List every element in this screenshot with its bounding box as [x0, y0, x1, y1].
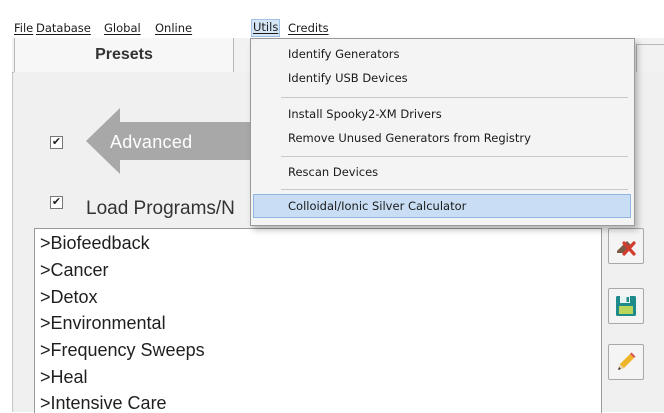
menu-separator — [281, 156, 628, 157]
tab-presets[interactable]: Presets — [14, 38, 234, 72]
list-item[interactable]: >Environmental — [40, 313, 166, 334]
load-programs-checkbox[interactable]: ✔ — [50, 196, 63, 209]
menu-credits[interactable]: Credits — [288, 21, 329, 35]
menu-online[interactable]: Online — [155, 21, 192, 35]
pencil-icon — [618, 352, 636, 370]
delete-button[interactable] — [608, 228, 644, 264]
menu-item-rescan-devices[interactable]: Rescan Devices — [288, 165, 378, 179]
menu-file[interactable]: File — [14, 21, 33, 35]
list-item[interactable]: >Biofeedback — [40, 233, 150, 254]
menu-item-identify-generators[interactable]: Identify Generators — [288, 47, 399, 61]
save-icon — [616, 296, 636, 316]
menu-item-install-drivers[interactable]: Install Spooky2-XM Drivers — [288, 107, 442, 121]
advanced-checkbox[interactable]: ✔ — [50, 136, 63, 149]
tab-presets-label: Presets — [95, 46, 153, 63]
menu-separator — [281, 189, 628, 190]
menu-item-silver-calculator[interactable]: Colloidal/Ionic Silver Calculator — [288, 199, 466, 213]
menu-bar: File Database Global Online Utils Credit… — [0, 0, 664, 38]
menu-separator — [281, 97, 628, 98]
list-item[interactable]: >Intensive Care — [40, 393, 167, 413]
load-programs-label: Load Programs/N — [86, 198, 235, 219]
utils-dropdown-menu: Identify Generators Identify USB Devices… — [250, 38, 635, 226]
tab-partial[interactable] — [636, 44, 664, 73]
menu-global[interactable]: Global — [104, 21, 141, 35]
advanced-button[interactable]: Advanced — [86, 108, 252, 174]
menu-utils[interactable]: Utils — [250, 19, 281, 37]
menu-database[interactable]: Database — [36, 21, 91, 35]
edit-button[interactable] — [608, 344, 644, 380]
menu-item-remove-unused-generators[interactable]: Remove Unused Generators from Registry — [288, 131, 531, 145]
list-item[interactable]: >Heal — [40, 367, 88, 388]
list-item[interactable]: >Frequency Sweeps — [40, 340, 205, 361]
list-item[interactable]: >Cancer — [40, 260, 109, 281]
delete-icon — [617, 241, 636, 256]
save-button[interactable] — [608, 288, 644, 324]
menu-item-identify-usb-devices[interactable]: Identify USB Devices — [288, 71, 408, 85]
advanced-label: Advanced — [110, 132, 193, 152]
list-item[interactable]: >Detox — [40, 287, 98, 308]
program-list[interactable]: >Biofeedback >Cancer >Detox >Environment… — [34, 228, 602, 413]
